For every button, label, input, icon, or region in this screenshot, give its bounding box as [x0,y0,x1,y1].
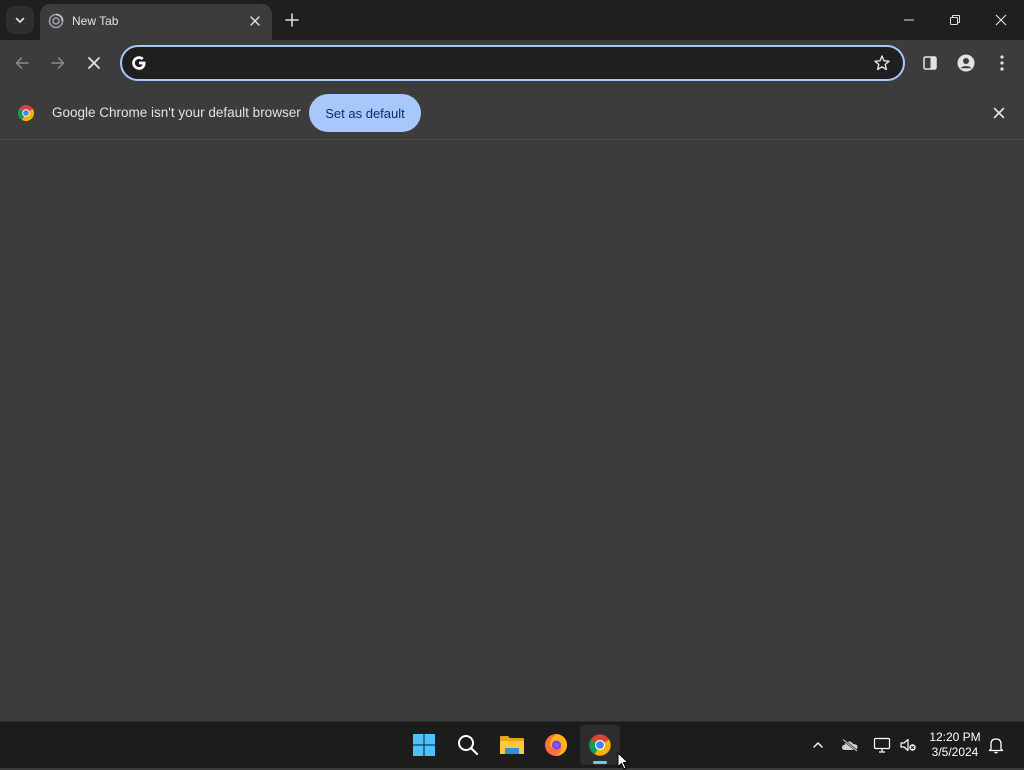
windows-logo-icon [413,734,435,756]
minimize-icon [904,19,914,21]
firefox-icon [545,734,567,756]
kebab-menu-icon [1000,55,1004,71]
chevron-down-icon [15,17,25,23]
minimize-button[interactable] [886,0,932,40]
restore-icon [950,15,960,25]
bell-icon [988,738,1004,754]
arrow-right-icon [51,57,65,69]
toolbar [0,40,1024,86]
volume-tray-button[interactable] [898,735,918,755]
default-browser-infobar: Google Chrome isn't your default browser… [0,86,1024,140]
network-icon [873,737,891,753]
mouse-cursor-icon [617,752,629,770]
chrome-logo-icon [589,734,611,756]
side-panel-icon [923,56,937,70]
start-button[interactable] [404,725,444,765]
set-as-default-button[interactable]: Set as default [309,94,421,132]
new-tab-button[interactable] [280,8,304,32]
address-bar[interactable] [120,45,905,81]
firefox-button[interactable] [536,725,576,765]
back-button[interactable] [6,47,38,79]
tab-close-button[interactable] [246,12,264,30]
chrome-loading-icon [48,13,64,29]
tab-strip: New Tab [0,0,1024,40]
plus-icon [285,13,299,27]
show-hidden-icons-button[interactable] [808,735,828,755]
windows-taskbar: 12:20 PM 3/5/2024 [0,721,1024,768]
tab-title: New Tab [72,14,119,28]
taskbar-search-button[interactable] [448,725,488,765]
running-indicator [593,761,607,764]
person-icon [957,54,975,72]
network-tray-button[interactable] [872,735,892,755]
chrome-taskbar-button[interactable] [580,725,620,765]
restore-button[interactable] [932,0,978,40]
forward-button[interactable] [42,47,74,79]
clock-time: 12:20 PM [929,730,981,744]
page-content [0,141,1024,721]
chrome-menu-button[interactable] [986,47,1018,79]
close-icon [993,107,1005,119]
close-icon [88,57,100,69]
close-icon [250,16,260,26]
side-panel-button[interactable] [914,47,946,79]
chevron-up-icon [813,742,823,748]
close-icon [995,14,1007,26]
clock-date: 3/5/2024 [931,745,979,759]
arrow-left-icon [15,57,29,69]
search-icon [458,735,479,756]
stop-loading-button[interactable] [78,47,110,79]
onedrive-offline-icon [842,738,858,752]
profile-button[interactable] [950,47,982,79]
google-g-icon [132,56,146,70]
tab-search-button[interactable] [6,6,34,34]
notifications-button[interactable] [986,735,1006,755]
window-close-button[interactable] [978,0,1024,40]
infobar-close-button[interactable] [990,104,1008,122]
chrome-logo-icon [17,105,34,122]
omnibox-input[interactable] [158,53,858,73]
infobar-message: Google Chrome isn't your default browser [52,105,301,120]
tab-new-tab[interactable]: New Tab [40,4,272,40]
file-explorer-button[interactable] [492,725,532,765]
folder-icon [500,736,524,754]
volume-muted-icon [900,738,916,752]
taskbar-clock[interactable]: 12:20 PM 3/5/2024 [922,730,988,760]
onedrive-tray-button[interactable] [840,735,860,755]
star-icon[interactable] [873,54,891,72]
